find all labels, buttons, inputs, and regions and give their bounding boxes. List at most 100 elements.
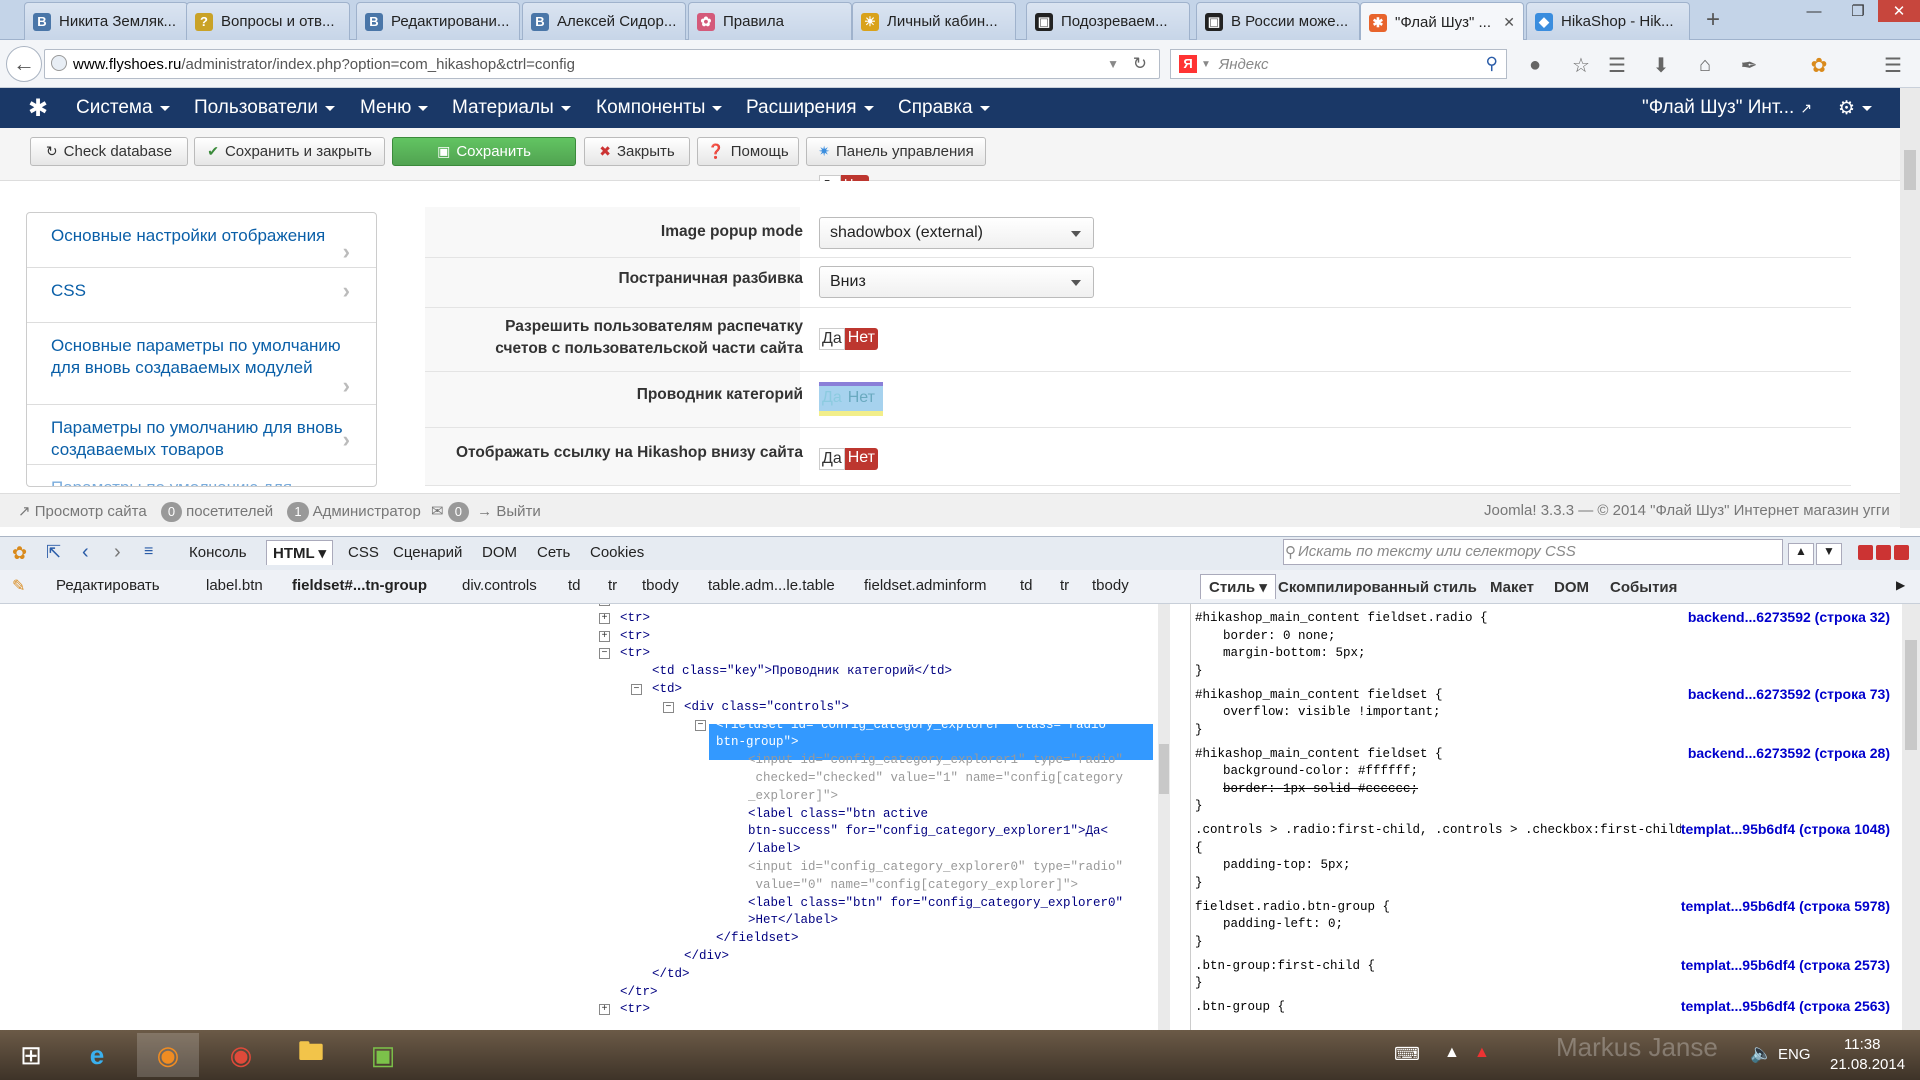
firefox-icon[interactable]: ◉ xyxy=(137,1033,199,1077)
firebug-menu-icon[interactable]: ✿ xyxy=(12,543,27,564)
firebug-minimize-icon[interactable] xyxy=(1858,545,1873,560)
html-node-line[interactable]: <input id="config_category_explorer1" ty… xyxy=(748,752,1123,769)
style-panel-tab[interactable]: Макет xyxy=(1490,579,1534,596)
category-explorer-toggle[interactable]: Да Нет xyxy=(819,388,878,410)
css-property[interactable]: background-color: #ffffff; xyxy=(1223,763,1418,780)
sidebar-item-module-defaults[interactable]: Основные параметры по умолчанию для внов… xyxy=(27,323,376,405)
html-node-line[interactable]: </fieldset> xyxy=(716,930,799,947)
style-panel-tab[interactable]: Скомпилированный стиль xyxy=(1278,579,1477,596)
minimize-button[interactable]: — xyxy=(1792,0,1836,22)
html-node-line[interactable]: </tr> xyxy=(620,984,658,1001)
browser-tab[interactable]: ▣ Подозреваем... xyxy=(1026,2,1190,40)
collapse-icon[interactable]: − xyxy=(599,648,610,660)
css-source-link[interactable]: templat...95b6df4 (строка 5978) xyxy=(1680,897,1890,914)
html-node-line[interactable]: /label> xyxy=(748,841,801,858)
breadcrumb-item[interactable]: tbody xyxy=(642,577,679,594)
collapse-icon[interactable]: − xyxy=(663,701,674,713)
joomla-menu-item[interactable]: Материалы xyxy=(452,88,571,128)
browser-tab[interactable]: ▣ В России може... xyxy=(1196,2,1360,40)
style-panel-scrollbar[interactable] xyxy=(1902,604,1920,1030)
chrome-icon[interactable]: ◉ xyxy=(210,1033,272,1077)
firebug-search-input[interactable]: ⚲ Искать по тексту или селектору CSS xyxy=(1283,539,1783,565)
collapse-icon[interactable]: − xyxy=(631,684,642,695)
control-panel-button[interactable]: ✷ Панель управления xyxy=(806,137,986,166)
windows-start-icon[interactable]: ⊞ xyxy=(0,1033,62,1077)
css-property[interactable]: border: 1px solid #cccccc; xyxy=(1223,781,1418,798)
collapse-icon[interactable]: − xyxy=(695,719,706,731)
css-property[interactable]: padding-left: 0; xyxy=(1223,916,1343,933)
browser-tab[interactable]: ✿ Правила xyxy=(688,2,852,40)
help-button[interactable]: ❓ Помощь xyxy=(697,137,799,166)
edit-icon[interactable]: ✎ xyxy=(12,576,25,596)
search-icon[interactable]: ⚲ xyxy=(1486,54,1498,74)
css-selector[interactable]: fieldset.radio.btn-group { xyxy=(1195,899,1390,916)
back-arrow-icon[interactable]: ‹ xyxy=(82,541,89,564)
html-node-line[interactable]: btn-group"> xyxy=(716,734,799,751)
no-option[interactable]: Нет xyxy=(844,328,878,350)
downloads-icon[interactable]: ⬇ xyxy=(1648,52,1674,78)
joomla-menu-item[interactable]: Меню xyxy=(360,88,429,128)
sidebar-item-more-defaults[interactable]: Параметры по умолчанию для xyxy=(27,465,376,486)
home-icon[interactable]: ⌂ xyxy=(1692,52,1718,78)
firebug-tab[interactable]: Консоль xyxy=(189,544,247,561)
breadcrumb-item[interactable]: div.controls xyxy=(462,577,537,594)
page-scrollbar[interactable] xyxy=(1900,88,1920,528)
browser-tab[interactable]: В Редактировани... xyxy=(356,2,520,40)
firebug-tab[interactable]: Сеть xyxy=(537,544,570,561)
css-source-link[interactable]: backend...6273592 (строка 73) xyxy=(1687,685,1890,702)
html-node-line[interactable]: </td> xyxy=(652,966,690,983)
new-tab-button[interactable]: + xyxy=(1706,6,1720,34)
css-source-link[interactable]: backend...6273592 (строка 32) xyxy=(1687,609,1890,625)
address-bar[interactable]: www.flyshoes.ru/administrator/index.php?… xyxy=(44,49,1160,79)
forward-arrow-icon[interactable]: › xyxy=(114,541,121,564)
yes-option[interactable]: Да xyxy=(819,448,845,470)
site-name-link[interactable]: "Флай Шуз" Инт... ↗ xyxy=(1642,88,1812,128)
search-down-icon[interactable]: ▼ xyxy=(1816,543,1842,565)
pagination-select[interactable]: Вниз xyxy=(819,266,1094,298)
yes-option[interactable]: Да xyxy=(819,388,845,410)
css-selector[interactable]: .btn-group:first-child { xyxy=(1195,958,1375,975)
image-popup-select[interactable]: shadowbox (external) xyxy=(819,217,1094,249)
joomla-logo-icon[interactable]: ✱ xyxy=(28,94,48,123)
style-panel-tab[interactable]: Стиль ▾ xyxy=(1200,574,1276,599)
firebug-close-icon[interactable] xyxy=(1894,545,1909,560)
css-property[interactable]: border: 0 none; xyxy=(1223,628,1336,645)
firebug-detach-icon[interactable] xyxy=(1876,545,1891,560)
view-site-link[interactable]: ↗ Просмотр сайта xyxy=(18,503,147,520)
search-up-icon[interactable]: ▲ xyxy=(1788,543,1814,565)
html-node-line[interactable]: <label class="btn" for="config_category_… xyxy=(748,895,1123,912)
html-node-line[interactable]: <tr> xyxy=(620,645,650,662)
sidebar-item-display-settings[interactable]: Основные настройки отображения › xyxy=(27,213,376,268)
browser-tab[interactable]: ☀ Личный кабин... xyxy=(852,2,1016,40)
html-node-line[interactable]: _explorer]"> xyxy=(748,788,838,805)
language-indicator[interactable]: ENG xyxy=(1778,1046,1811,1063)
html-node-line[interactable]: <div class="controls"> xyxy=(684,699,849,716)
breadcrumb-item[interactable]: tbody xyxy=(1092,577,1129,594)
firebug-tab[interactable]: HTML ▾ xyxy=(266,540,334,565)
joomla-menu-item[interactable]: Справка xyxy=(898,88,990,128)
breadcrumb-item[interactable]: fieldset#...tn-group xyxy=(292,577,427,594)
css-property[interactable]: overflow: visible !important; xyxy=(1223,704,1441,721)
breadcrumb-item[interactable]: tr xyxy=(608,577,617,594)
css-selector[interactable]: #hikashop_main_content fieldset { xyxy=(1195,746,1443,763)
search-bar[interactable]: Я ▼ Яндекс ⚲ xyxy=(1170,49,1507,79)
inspect-element-icon[interactable]: ⇱ xyxy=(46,542,61,563)
expand-icon[interactable]: + xyxy=(599,612,610,624)
browser-tab[interactable]: В Никита Земляк... xyxy=(24,2,188,40)
clock-date[interactable]: 21.08.2014 xyxy=(1830,1056,1905,1073)
breadcrumb-item[interactable]: fieldset.adminform xyxy=(864,577,987,594)
close-button[interactable]: ✖ Закрыть xyxy=(584,137,690,166)
no-option[interactable]: Нет xyxy=(844,448,878,470)
html-node-line[interactable]: <label class="btn active xyxy=(748,806,928,823)
breadcrumb-item[interactable]: table.adm...le.table xyxy=(708,577,835,594)
tools-icon[interactable]: ✒ xyxy=(1736,52,1762,78)
joomla-menu-item[interactable]: Система xyxy=(76,88,170,128)
joomla-menu-item[interactable]: Расширения xyxy=(746,88,874,128)
yes-option[interactable]: Да xyxy=(819,328,845,350)
network-icon[interactable]: ▲ xyxy=(1444,1044,1460,1062)
sidebar-item-css[interactable]: CSS › xyxy=(27,268,376,323)
save-button[interactable]: ▣ Сохранить xyxy=(392,137,576,166)
search-engine-dropdown-icon[interactable]: ▼ xyxy=(1201,59,1211,70)
html-node-line[interactable]: >Нет</label> xyxy=(748,912,838,929)
save-and-close-button[interactable]: ✔ Сохранить и закрыть xyxy=(194,137,385,166)
